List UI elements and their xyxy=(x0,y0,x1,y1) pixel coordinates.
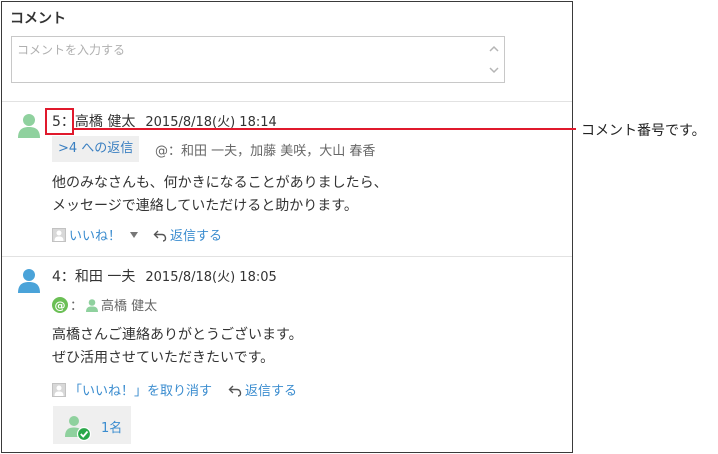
comment-number-highlight xyxy=(45,108,74,135)
user-avatar-icon xyxy=(18,269,40,293)
like-users-box[interactable]: 1名 xyxy=(53,406,131,444)
user-avatar-icon xyxy=(18,114,40,138)
comment-panel: コメント コメントを入力する 5：高橋 健太 2015/8/18(火) 18:14… xyxy=(1,1,573,453)
like-icon xyxy=(52,382,66,397)
comment-actions: いいね！ 返信する xyxy=(52,225,222,244)
mention-list: @：和田 一夫，加藤 美咲，大山 春香 xyxy=(155,144,376,159)
comment-body-line: 他のみなさんも、何かきになることがありましたら、 xyxy=(52,175,388,191)
callout-label: コメント番号です。 xyxy=(581,123,706,139)
comment-header: 4：和田 一夫 2015/8/18(火) 18:05 xyxy=(52,266,277,286)
comment-date: 2015/8/18(火) 18:05 xyxy=(145,270,277,285)
unlike-button[interactable]: 「いいね！」を取り消す xyxy=(69,380,212,399)
mention-list: @ ： 高橋 健太 xyxy=(52,295,157,314)
comment-body: 高橋さんご連絡ありがとうございます。 ぜひ活用させていただきたいです。 xyxy=(52,324,303,370)
reply-button[interactable]: 返信する xyxy=(245,380,297,399)
callout-line xyxy=(74,128,576,130)
user-avatar-icon xyxy=(86,298,99,312)
comment-body: 他のみなさんも、何かきになることがありましたら、 メッセージで連絡していただける… xyxy=(52,172,388,218)
comment-body-line: 高橋さんご連絡ありがとうございます。 xyxy=(52,327,303,343)
comment-actions: 「いいね！」を取り消す 返信する xyxy=(52,380,297,399)
comment-number: 4 xyxy=(52,269,61,285)
at-mention-icon: @ xyxy=(52,296,68,313)
comment-input-placeholder: コメントを入力する xyxy=(17,43,126,57)
reply-to-tag[interactable]: >4 への返信 xyxy=(52,136,140,162)
scroll-down-icon[interactable] xyxy=(488,64,500,76)
reply-icon xyxy=(228,385,242,397)
mention-user[interactable]: 高橋 健太 xyxy=(101,295,157,314)
comment-number-separator: ： xyxy=(60,269,75,285)
comment-input[interactable]: コメントを入力する xyxy=(11,36,505,83)
comment-body-line: ぜひ活用させていただきたいです。 xyxy=(52,350,275,366)
comment-body-line: メッセージで連絡していただけると助かります。 xyxy=(52,198,358,214)
like-button[interactable]: いいね！ xyxy=(69,225,121,244)
reply-to-link[interactable]: >4 への返信 xyxy=(58,141,133,156)
like-icon xyxy=(52,227,66,242)
svg-text:@: @ xyxy=(55,299,66,312)
liked-user-icon xyxy=(65,416,92,441)
scroll-up-icon[interactable] xyxy=(488,43,500,55)
panel-title: コメント xyxy=(10,11,66,27)
divider xyxy=(2,256,572,257)
like-count[interactable]: 1名 xyxy=(101,417,122,436)
comment-author[interactable]: 和田 一夫 xyxy=(75,269,135,285)
reply-icon xyxy=(153,230,167,242)
divider xyxy=(2,101,572,102)
caret-down-icon[interactable] xyxy=(129,231,139,239)
reply-button[interactable]: 返信する xyxy=(170,225,222,244)
mention-colon: ： xyxy=(70,299,84,314)
